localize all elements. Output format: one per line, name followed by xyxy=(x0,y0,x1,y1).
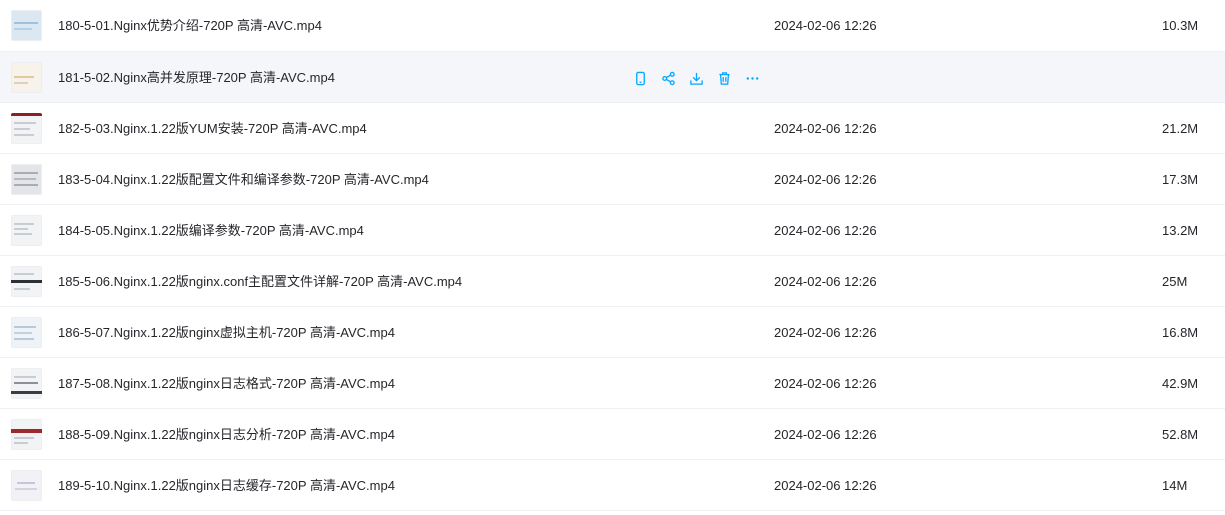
file-row[interactable]: 188-5-09.Nginx.1.22版nginx日志分析-720P 高清-AV… xyxy=(0,409,1225,460)
file-row[interactable]: 189-5-10.Nginx.1.22版nginx日志缓存-720P 高清-AV… xyxy=(0,460,1225,511)
modified-time: 2024-02-06 12:26 xyxy=(774,376,877,391)
file-size: 17.3M xyxy=(1162,172,1199,187)
video-thumbnail[interactable] xyxy=(11,266,42,297)
video-thumbnail[interactable] xyxy=(11,113,42,144)
file-row[interactable]: 181-5-02.Nginx高并发原理-720P 高清-AVC.mp4 xyxy=(0,52,1225,103)
file-size: 21.2M xyxy=(1162,121,1199,136)
share-icon[interactable] xyxy=(658,68,678,88)
file-name[interactable]: 183-5-04.Nginx.1.22版配置文件和编译参数-720P 高清-AV… xyxy=(58,154,429,205)
video-thumbnail[interactable] xyxy=(11,368,42,399)
more-icon[interactable] xyxy=(742,68,762,88)
file-size: 25M xyxy=(1162,274,1188,289)
video-thumbnail[interactable] xyxy=(11,62,42,93)
file-name[interactable]: 185-5-06.Nginx.1.22版nginx.conf主配置文件详解-72… xyxy=(58,256,462,307)
file-row[interactable]: 184-5-05.Nginx.1.22版编译参数-720P 高清-AVC.mp4… xyxy=(0,205,1225,256)
file-row[interactable]: 182-5-03.Nginx.1.22版YUM安装-720P 高清-AVC.mp… xyxy=(0,103,1225,154)
file-name[interactable]: 187-5-08.Nginx.1.22版nginx日志格式-720P 高清-AV… xyxy=(58,358,395,409)
video-thumbnail[interactable] xyxy=(11,419,42,450)
file-row[interactable]: 187-5-08.Nginx.1.22版nginx日志格式-720P 高清-AV… xyxy=(0,358,1225,409)
file-size: 13.2M xyxy=(1162,223,1199,238)
modified-time: 2024-02-06 12:26 xyxy=(774,478,877,493)
video-thumbnail[interactable] xyxy=(11,317,42,348)
file-row[interactable]: 186-5-07.Nginx.1.22版nginx虚拟主机-720P 高清-AV… xyxy=(0,307,1225,358)
file-list: 180-5-01.Nginx优势介绍-720P 高清-AVC.mp4 2024-… xyxy=(0,0,1225,511)
file-name[interactable]: 186-5-07.Nginx.1.22版nginx虚拟主机-720P 高清-AV… xyxy=(58,307,395,358)
modified-time: 2024-02-06 12:26 xyxy=(774,18,877,33)
file-name[interactable]: 181-5-02.Nginx高并发原理-720P 高清-AVC.mp4 xyxy=(58,52,335,103)
file-size: 14M xyxy=(1162,478,1188,493)
file-name[interactable]: 180-5-01.Nginx优势介绍-720P 高清-AVC.mp4 xyxy=(58,0,322,51)
video-thumbnail[interactable] xyxy=(11,164,42,195)
video-thumbnail[interactable] xyxy=(11,470,42,501)
modified-time: 2024-02-06 12:26 xyxy=(774,427,877,442)
row-actions xyxy=(630,68,770,88)
file-size: 42.9M xyxy=(1162,376,1199,391)
file-row[interactable]: 185-5-06.Nginx.1.22版nginx.conf主配置文件详解-72… xyxy=(0,256,1225,307)
video-thumbnail[interactable] xyxy=(11,215,42,246)
file-size: 10.3M xyxy=(1162,18,1199,33)
download-icon[interactable] xyxy=(686,68,706,88)
modified-time: 2024-02-06 12:26 xyxy=(774,121,877,136)
modified-time: 2024-02-06 12:26 xyxy=(774,172,877,187)
file-size: 16.8M xyxy=(1162,325,1199,340)
phone-icon[interactable] xyxy=(630,68,650,88)
delete-icon[interactable] xyxy=(714,68,734,88)
file-name[interactable]: 182-5-03.Nginx.1.22版YUM安装-720P 高清-AVC.mp… xyxy=(58,103,367,154)
video-thumbnail[interactable] xyxy=(11,10,42,41)
file-name[interactable]: 189-5-10.Nginx.1.22版nginx日志缓存-720P 高清-AV… xyxy=(58,460,395,511)
modified-time: 2024-02-06 12:26 xyxy=(774,274,877,289)
modified-time: 2024-02-06 12:26 xyxy=(774,223,877,238)
file-row[interactable]: 183-5-04.Nginx.1.22版配置文件和编译参数-720P 高清-AV… xyxy=(0,154,1225,205)
file-name[interactable]: 188-5-09.Nginx.1.22版nginx日志分析-720P 高清-AV… xyxy=(58,409,395,460)
modified-time: 2024-02-06 12:26 xyxy=(774,325,877,340)
file-name[interactable]: 184-5-05.Nginx.1.22版编译参数-720P 高清-AVC.mp4 xyxy=(58,205,364,256)
file-row[interactable]: 180-5-01.Nginx优势介绍-720P 高清-AVC.mp4 2024-… xyxy=(0,0,1225,52)
file-size: 52.8M xyxy=(1162,427,1199,442)
